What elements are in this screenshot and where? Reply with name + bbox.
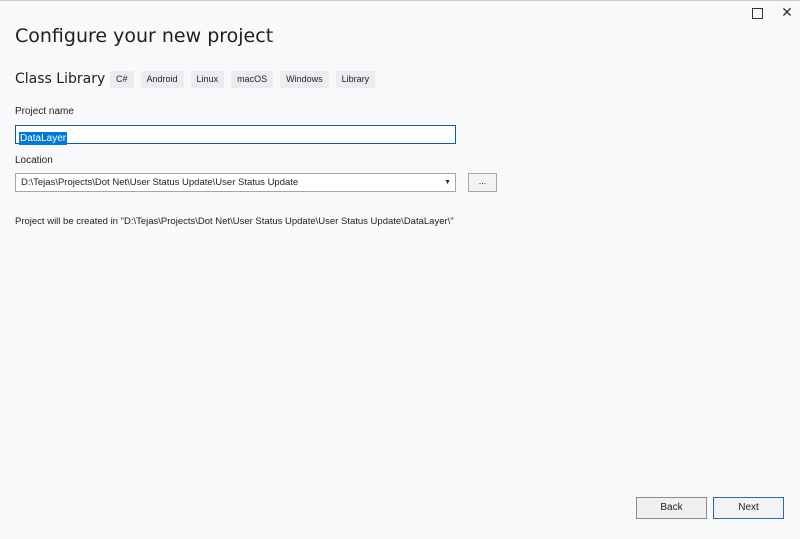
project-name-value: DataLayer: [19, 132, 68, 145]
template-name: Class Library: [15, 71, 106, 87]
tag-android: Android: [140, 71, 184, 88]
maximize-icon: [751, 7, 763, 19]
next-button[interactable]: Next: [713, 497, 784, 519]
location-dropdown[interactable]: D:\Tejas\Projects\Dot Net\User Status Up…: [15, 173, 456, 192]
close-button[interactable]: ✕: [774, 2, 800, 24]
tag-macos: macOS: [231, 71, 274, 88]
page-title: Configure your new project: [15, 25, 274, 47]
window-top-border: [0, 0, 800, 1]
project-name-label: Project name: [15, 106, 74, 117]
project-path-preview: Project will be created in "D:\Tejas\Pro…: [15, 216, 454, 227]
maximize-button[interactable]: [744, 2, 770, 24]
browse-button[interactable]: ...: [468, 173, 497, 192]
tag-library: Library: [335, 71, 376, 88]
tag-windows: Windows: [280, 71, 329, 88]
tag-csharp: C#: [110, 71, 134, 88]
tag-linux: Linux: [190, 71, 225, 88]
location-label: Location: [15, 155, 53, 166]
location-value: D:\Tejas\Projects\Dot Net\User Status Up…: [21, 177, 299, 188]
close-icon: ✕: [781, 5, 793, 21]
template-tags: C# Android Linux macOS Windows Library: [110, 71, 382, 88]
chevron-down-icon[interactable]: ▼: [444, 174, 451, 191]
project-name-input[interactable]: DataLayer: [15, 125, 456, 145]
back-button[interactable]: Back: [636, 497, 707, 519]
